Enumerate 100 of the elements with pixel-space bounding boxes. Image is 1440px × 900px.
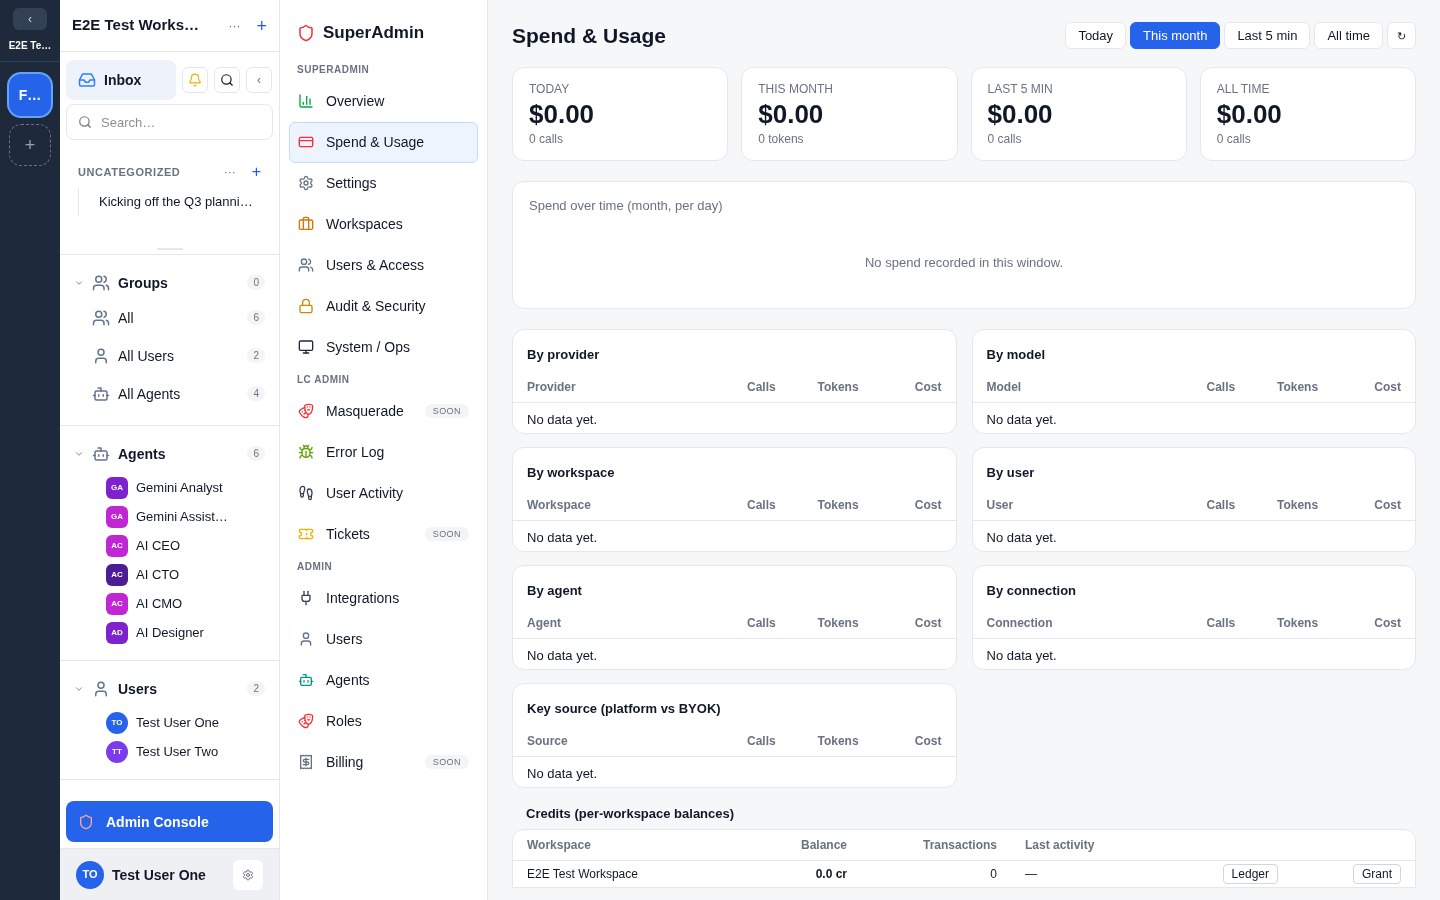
settings-button[interactable]	[233, 859, 263, 890]
nav-item[interactable]: Agents	[289, 659, 478, 701]
people-icon	[298, 257, 314, 273]
empty-message: No data yet.	[526, 411, 599, 429]
column-header: Workspace	[527, 837, 592, 854]
nav-item[interactable]: Error Log	[289, 431, 478, 473]
range-tab[interactable]: Today	[1065, 22, 1127, 50]
bug-icon	[298, 444, 314, 460]
agent-item[interactable]: AI Designer	[136, 623, 204, 643]
nav-item[interactable]: Users	[289, 618, 478, 660]
range-tab[interactable]: All time	[1314, 22, 1383, 50]
nav-item[interactable]: Overview	[289, 80, 478, 122]
agent-item[interactable]: Gemini Analyst	[136, 478, 223, 498]
nav-group-title: ADMIN	[296, 559, 334, 574]
add-button[interactable]: +	[256, 11, 267, 40]
group-item[interactable]: All Users	[118, 345, 240, 366]
range-tab[interactable]: Last 5 min	[1224, 22, 1311, 50]
column-header: Balance	[799, 837, 847, 854]
column-header: Tokens	[816, 615, 859, 632]
shield-icon	[78, 813, 94, 830]
section-title: UNCATEGORIZED	[78, 164, 182, 180]
action-button[interactable]: Grant	[1353, 864, 1401, 884]
nav-item[interactable]: Workspaces	[289, 203, 478, 245]
collapse-button[interactable]: ‹	[13, 8, 47, 30]
refresh-button[interactable]: ↻	[1387, 22, 1416, 50]
column-header: Tokens	[1275, 615, 1319, 632]
agent-item[interactable]: AI CTO	[136, 565, 180, 585]
avatar: AC	[106, 564, 128, 586]
credits-title: Credits (per-workspace balances)	[525, 804, 736, 823]
more-button[interactable]: ···	[228, 17, 241, 34]
column-header: Cost	[1373, 379, 1401, 396]
stat-sub: 0 calls	[529, 130, 564, 148]
admin-console-button[interactable]: Admin Console	[66, 801, 273, 842]
group-item[interactable]: All Agents	[118, 383, 240, 404]
user-item[interactable]: Test User One	[136, 713, 220, 733]
agent-item[interactable]: AI CMO	[136, 594, 183, 614]
search-field[interactable]: Search…	[66, 104, 273, 140]
workspace-button[interactable]: F…	[9, 74, 51, 116]
section-title[interactable]: Groups	[118, 272, 240, 293]
section-title[interactable]: Agents	[118, 443, 240, 464]
action-button[interactable]: Ledger	[1222, 864, 1278, 884]
nav-item[interactable]: Masquerade SOON	[289, 390, 478, 432]
agent-item[interactable]: AI CEO	[136, 536, 181, 556]
padlock-icon	[298, 298, 314, 314]
empty-message: No data yet.	[985, 529, 1058, 547]
empty-message: No data yet.	[526, 529, 599, 547]
soon-badge: SOON	[424, 754, 469, 770]
stat-label: TODAY	[529, 80, 571, 98]
bell-icon[interactable]	[182, 67, 208, 93]
avatar: GA	[106, 506, 128, 528]
column-header: Agent	[527, 615, 562, 632]
add-button[interactable]: +	[251, 160, 261, 184]
nav-item[interactable]: User Activity	[289, 472, 478, 514]
table-title: By workspace	[526, 463, 616, 482]
search-icon[interactable]	[214, 67, 240, 93]
range-tab[interactable]: This month	[1130, 22, 1221, 50]
more-button[interactable]: ···	[223, 164, 236, 180]
column-header: Workspace	[527, 497, 592, 514]
monitor-icon	[298, 339, 314, 355]
nav-item[interactable]: Roles	[289, 700, 478, 742]
nav-item[interactable]: Settings	[289, 162, 478, 204]
count-badge: 2	[247, 348, 265, 363]
stat-label: ALL TIME	[1216, 80, 1271, 98]
nav-item[interactable]: Tickets SOON	[289, 513, 478, 555]
workspace-title: E2E Test Works…	[72, 15, 200, 36]
nav-item[interactable]: Users & Access	[289, 244, 478, 286]
nav-item[interactable]: Billing SOON	[289, 741, 478, 783]
masks-icon	[298, 403, 314, 419]
inbox-button[interactable]: Inbox	[66, 60, 176, 100]
conversation-item[interactable]: Kicking off the Q3 planni…	[99, 188, 279, 216]
nav-item[interactable]: Audit & Security	[289, 285, 478, 327]
agent-item[interactable]: Gemini Assist…	[136, 507, 228, 527]
section-title[interactable]: Users	[118, 678, 240, 699]
nav-item[interactable]: Integrations	[289, 577, 478, 619]
add-workspace-button[interactable]: +	[9, 124, 51, 166]
user-name: Test User One	[112, 865, 207, 885]
nav-item[interactable]: Spend & Usage	[289, 121, 478, 163]
avatar: TO	[76, 860, 104, 889]
nav-item[interactable]: System / Ops	[289, 326, 478, 368]
soon-badge: SOON	[424, 403, 469, 419]
table-title: By connection	[985, 581, 1078, 600]
gear-icon	[298, 175, 314, 191]
user-item[interactable]: Test User Two	[136, 742, 219, 762]
soon-badge: SOON	[424, 526, 469, 542]
column-header: Source	[527, 733, 569, 750]
column-header: Calls	[1205, 615, 1236, 632]
masks-icon	[298, 713, 314, 729]
column-header: Tokens	[816, 497, 859, 514]
group-item[interactable]: All	[118, 307, 240, 328]
column-header: Calls	[1205, 379, 1236, 396]
avatar: AC	[106, 535, 128, 557]
column-header: Tokens	[816, 733, 859, 750]
collapse-button[interactable]: ‹	[246, 67, 272, 93]
card-icon	[298, 134, 314, 150]
robot-icon	[92, 444, 110, 463]
column-header: Tokens	[816, 379, 859, 396]
people-icon	[92, 273, 110, 292]
column-header: Tokens	[1275, 497, 1319, 514]
empty-message: No data yet.	[985, 647, 1058, 665]
person-icon	[92, 346, 110, 365]
